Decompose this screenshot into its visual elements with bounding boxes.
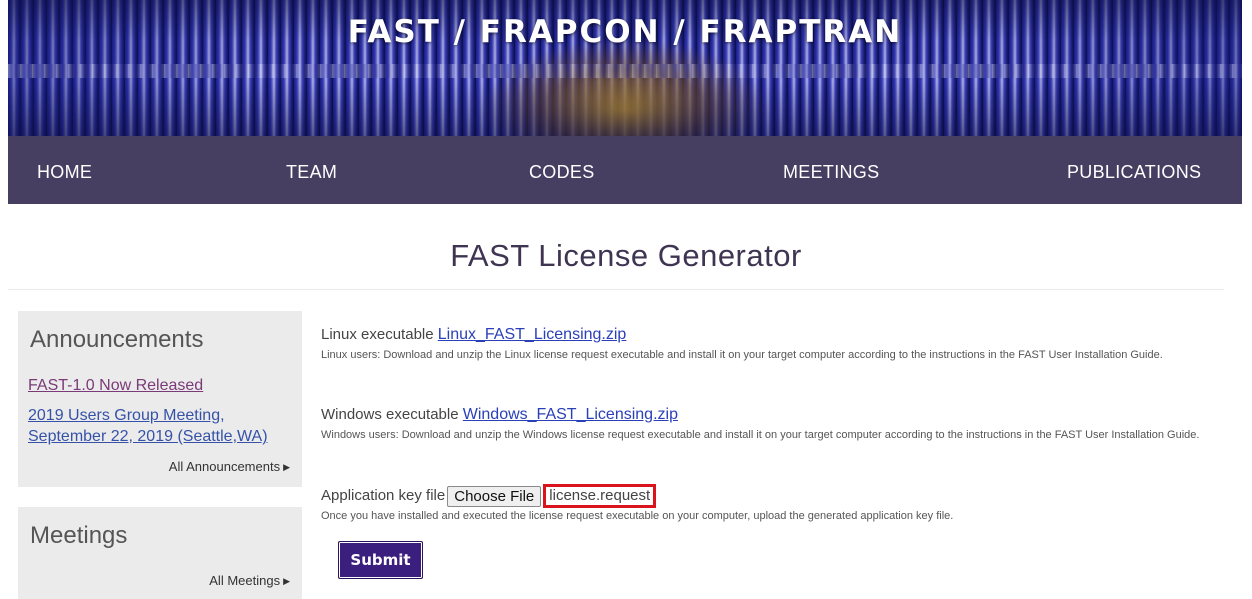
title-divider <box>8 289 1224 290</box>
upload-help-text: Once you have installed and executed the… <box>321 510 954 522</box>
all-meetings-label: All Meetings <box>209 573 281 588</box>
submit-button[interactable]: Submit <box>338 541 423 579</box>
triangle-right-icon: ▶ <box>283 576 290 586</box>
main-nav: HOME TEAM CODES MEETINGS PUBLICATIONS <box>8 136 1242 204</box>
choose-file-button[interactable]: Choose File <box>447 485 542 507</box>
linux-download-section: Linux executable Linux_FAST_Licensing.zi… <box>321 326 1163 364</box>
windows-executable-label: Windows executable <box>321 406 459 423</box>
site-banner: FAST / FRAPCON / FRAPTRAN <box>8 0 1242 136</box>
linux-executable-label: Linux executable <box>321 326 434 343</box>
nav-item-meetings[interactable]: MEETINGS <box>783 136 879 204</box>
announcements-heading: Announcements <box>30 326 204 353</box>
windows-download-section: Windows executable Windows_FAST_Licensin… <box>321 406 1199 444</box>
announcement-link-fast-release[interactable]: FAST-1.0 Now Released <box>28 375 203 396</box>
all-announcements-link[interactable]: All Announcements ▶ <box>169 459 290 474</box>
triangle-right-icon: ▶ <box>283 462 290 472</box>
all-meetings-link[interactable]: All Meetings ▶ <box>209 573 290 588</box>
linux-help-text: Linux users: Download and unzip the Linu… <box>321 349 1163 361</box>
linux-download-link[interactable]: Linux_FAST_Licensing.zip <box>438 326 627 343</box>
meetings-heading: Meetings <box>30 522 128 549</box>
site-title: FAST / FRAPCON / FRAPTRAN <box>347 14 903 50</box>
windows-download-link[interactable]: Windows_FAST_Licensing.zip <box>463 406 678 423</box>
selected-file-name: license.request <box>543 484 657 508</box>
application-key-label: Application key file <box>321 486 446 504</box>
nav-item-team[interactable]: TEAM <box>286 136 337 204</box>
page-title: FAST License Generator <box>450 238 802 273</box>
meetings-panel: Meetings All Meetings ▶ <box>18 507 302 599</box>
announcement-link-users-group[interactable]: 2019 Users Group Meeting, September 22, … <box>28 405 278 447</box>
announcements-panel: Announcements FAST-1.0 Now Released 2019… <box>18 311 302 487</box>
windows-help-text: Windows users: Download and unzip the Wi… <box>321 429 1200 441</box>
nav-item-publications[interactable]: PUBLICATIONS <box>1067 136 1201 204</box>
nav-item-home[interactable]: HOME <box>37 136 92 204</box>
all-announcements-label: All Announcements <box>168 459 281 474</box>
nav-item-codes[interactable]: CODES <box>529 136 595 204</box>
upload-section: Application key file Choose File license.r… <box>321 484 1221 522</box>
